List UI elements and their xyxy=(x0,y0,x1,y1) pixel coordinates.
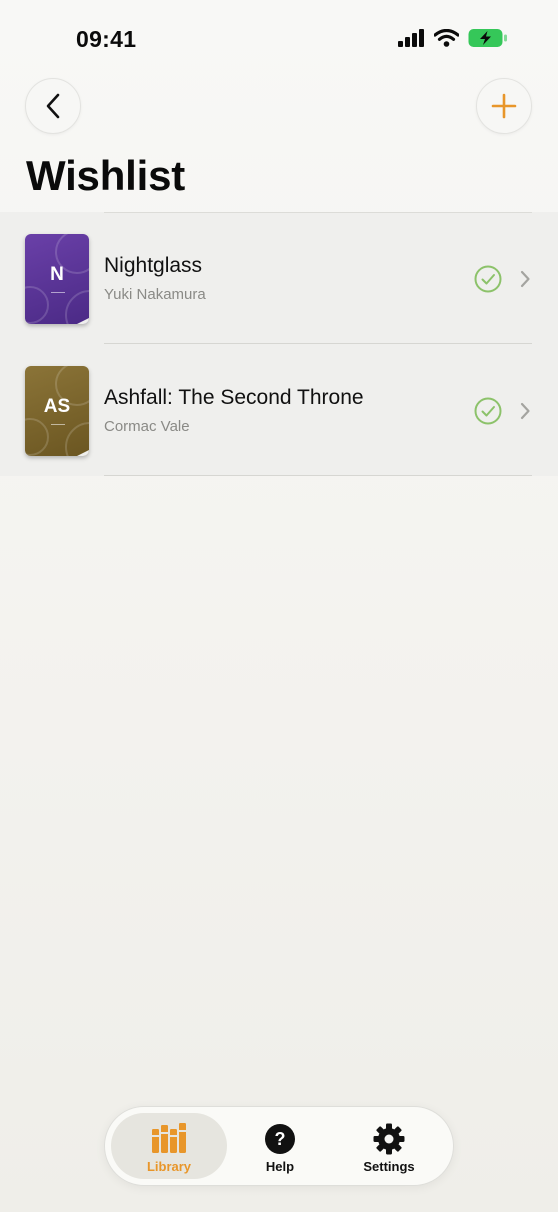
tab-library[interactable]: Library xyxy=(111,1113,227,1179)
status-time: 09:41 xyxy=(76,26,137,52)
add-button[interactable] xyxy=(476,78,532,134)
book-author: Cormac Vale xyxy=(104,418,190,435)
book-title: Nightglass xyxy=(104,254,203,277)
tab-label: Library xyxy=(146,1159,192,1174)
tab-bar: Library ? Help Settings xyxy=(104,1106,454,1186)
book-cover: AS xyxy=(25,366,89,456)
status-bar: 09:41 xyxy=(0,0,558,80)
cover-initials: AS xyxy=(43,396,71,417)
chevron-left-icon xyxy=(46,93,60,119)
plus-icon xyxy=(491,93,517,119)
check-circle-icon xyxy=(474,265,502,293)
question-circle-icon: ? xyxy=(265,1124,295,1154)
check-circle-icon xyxy=(474,397,502,425)
book-cover: N xyxy=(25,234,89,324)
chevron-right-icon xyxy=(520,402,530,420)
battery-charging-icon xyxy=(468,29,507,47)
chevron-right-icon xyxy=(520,270,530,288)
signal-bars-icon xyxy=(398,29,424,47)
book-title: Ashfall: The Second Throne xyxy=(104,386,364,409)
page-title: Wishlist xyxy=(26,152,186,199)
book-list: N Nightglass Yuki Nakamura AS Ashfall: T… xyxy=(0,212,558,476)
svg-text:?: ? xyxy=(275,1129,286,1149)
list-divider xyxy=(104,475,532,476)
cover-initials: N xyxy=(50,264,64,285)
tab-help[interactable]: ? Help xyxy=(222,1113,338,1179)
gear-icon xyxy=(373,1123,405,1155)
books-icon xyxy=(152,1123,186,1153)
tab-label: Settings xyxy=(363,1159,415,1174)
list-item[interactable]: AS Ashfall: The Second Throne Cormac Val… xyxy=(0,344,558,476)
tab-settings[interactable]: Settings xyxy=(331,1113,447,1179)
status-icons xyxy=(398,28,508,48)
list-item[interactable]: N Nightglass Yuki Nakamura xyxy=(0,212,558,344)
book-author: Yuki Nakamura xyxy=(104,286,206,303)
wifi-icon xyxy=(434,29,459,47)
tab-label: Help xyxy=(265,1159,295,1174)
back-button[interactable] xyxy=(25,78,81,134)
